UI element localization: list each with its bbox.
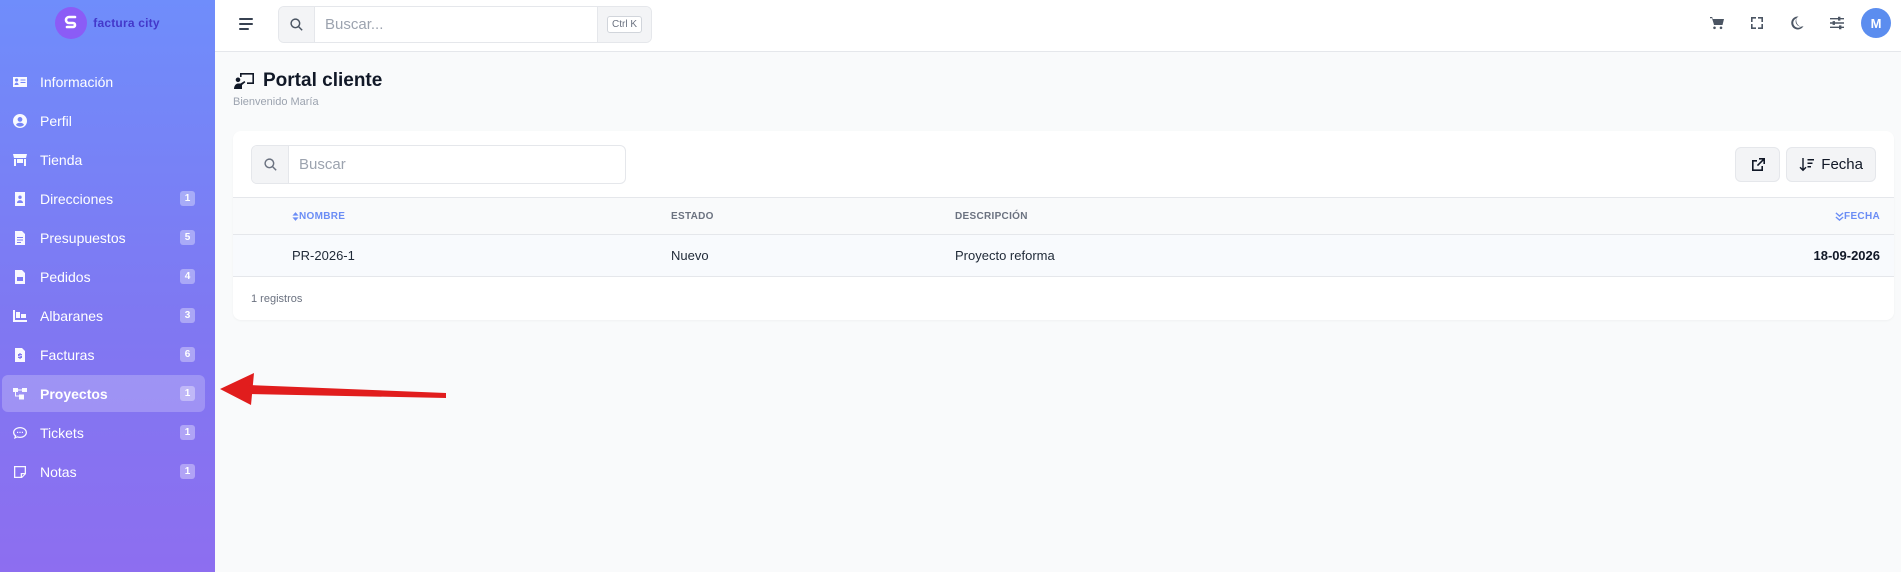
sidebar-item-label: Proyectos [40, 385, 108, 402]
sidebar-item-label: Tienda [40, 151, 83, 168]
count-badge: 1 [180, 425, 195, 440]
sidebar-item-pedidos[interactable]: Pedidos 4 [2, 258, 205, 295]
address-book-icon [12, 191, 28, 207]
project-diagram-icon [12, 386, 28, 402]
file-invoice-icon [12, 269, 28, 285]
global-search: Ctrl K [278, 6, 652, 43]
search-icon [279, 7, 315, 42]
chevrons-down-icon [1835, 211, 1844, 221]
sidebar-item-informacion[interactable]: Información [2, 63, 205, 100]
search-icon [252, 146, 289, 183]
annotation-arrow-icon [220, 373, 446, 405]
sidebar-item-albaranes[interactable]: Albaranes 3 [2, 297, 205, 334]
sort-date-button[interactable]: Fecha [1786, 147, 1876, 182]
sidebar-item-perfil[interactable]: Perfil [2, 102, 205, 139]
id-card-icon [12, 74, 28, 90]
sidebar-item-label: Presupuestos [40, 229, 126, 246]
column-header-nombre[interactable]: NOMBRE [292, 198, 345, 234]
sort-icon [292, 211, 299, 221]
sort-button-label: Fecha [1821, 156, 1863, 173]
page-title-text: Portal cliente [263, 70, 383, 91]
projects-table: NOMBRE ESTADO DESCRIPCIÓN FECHA PR-2026-… [233, 197, 1894, 321]
brand-logo-icon [55, 6, 88, 39]
settings-sliders-icon[interactable] [1817, 3, 1857, 43]
cell-nombre[interactable]: PR-2026-1 [292, 235, 355, 276]
sidebar-item-tienda[interactable]: Tienda [2, 141, 205, 178]
column-header-label: DESCRIPCIÓN [955, 210, 1028, 222]
external-link-icon [1751, 157, 1765, 171]
dark-mode-icon[interactable] [1777, 3, 1817, 43]
sidebar-item-proyectos[interactable]: Proyectos 1 [2, 375, 205, 412]
count-badge: 4 [180, 269, 195, 284]
welcome-text: Bienvenido María [233, 96, 319, 108]
column-header-label: ESTADO [671, 210, 714, 222]
brand[interactable]: factura city [0, 0, 215, 45]
page-title: Portal cliente [233, 70, 382, 92]
shortcut-key: Ctrl K [607, 16, 642, 33]
count-badge: 5 [180, 230, 195, 245]
chalkboard-user-icon [234, 73, 254, 89]
sidebar-item-label: Perfil [40, 112, 72, 129]
table-search-input[interactable] [289, 156, 625, 173]
count-badge: 1 [180, 386, 195, 401]
count-badge: 6 [180, 347, 195, 362]
user-circle-icon [12, 113, 28, 129]
sidebar-item-label: Tickets [40, 424, 84, 441]
menu-toggle-icon[interactable] [239, 14, 259, 34]
sidebar-item-direcciones[interactable]: Direcciones 1 [2, 180, 205, 217]
column-header-label: FECHA [1844, 210, 1880, 222]
comment-dots-icon [12, 425, 28, 441]
sticky-note-icon [12, 464, 28, 480]
table-header: NOMBRE ESTADO DESCRIPCIÓN FECHA [233, 197, 1894, 235]
sidebar: factura city Información Perfil Tienda D… [0, 0, 215, 572]
topbar: Ctrl K M [215, 0, 1901, 52]
sidebar-item-label: Información [40, 73, 114, 90]
file-text-icon [12, 230, 28, 246]
page-header: Portal cliente Bienvenido María [233, 70, 382, 108]
sidebar-item-label: Direcciones [40, 190, 114, 207]
sidebar-item-tickets[interactable]: Tickets 1 [2, 414, 205, 451]
cart-icon[interactable] [1697, 3, 1737, 43]
sidebar-item-label: Pedidos [40, 268, 91, 285]
global-search-input[interactable] [315, 16, 597, 33]
file-dollar-icon [12, 347, 28, 363]
sidebar-item-notas[interactable]: Notas 1 [2, 453, 205, 490]
dolly-icon [12, 308, 28, 324]
cell-fecha: 18-09-2026 [1813, 248, 1881, 263]
store-icon [12, 152, 28, 168]
count-badge: 3 [180, 308, 195, 323]
table-search [251, 145, 626, 184]
sidebar-item-presupuestos[interactable]: Presupuestos 5 [2, 219, 205, 256]
topbar-actions: M [1697, 0, 1901, 46]
export-button[interactable] [1735, 147, 1781, 182]
column-header-label: NOMBRE [299, 210, 346, 222]
shortcut-hint: Ctrl K [597, 7, 651, 42]
cell-descripcion: Proyecto reforma [955, 248, 1055, 263]
count-badge: 1 [180, 464, 195, 479]
brand-name: factura city [93, 15, 160, 30]
column-header-estado[interactable]: ESTADO [671, 198, 714, 234]
projects-card: Fecha NOMBRE ESTADO DESCRIPCIÓN FECHA PR… [233, 131, 1894, 320]
sidebar-nav: Información Perfil Tienda Direcciones 1 … [0, 63, 215, 490]
table-footer: 1 registros [251, 293, 303, 305]
table-row[interactable]: PR-2026-1 Nuevo Proyecto reforma 18-09-2… [233, 235, 1894, 277]
column-header-descripcion[interactable]: DESCRIPCIÓN [955, 198, 1028, 234]
cell-estado: Nuevo [671, 248, 709, 263]
sidebar-item-facturas[interactable]: Facturas 6 [2, 336, 205, 373]
avatar[interactable]: M [1861, 8, 1891, 38]
table-actions: Fecha [1735, 147, 1876, 182]
sort-amount-down-icon [1799, 157, 1815, 171]
sidebar-item-label: Notas [40, 463, 77, 480]
fullscreen-icon[interactable] [1737, 3, 1777, 43]
sidebar-item-label: Facturas [40, 346, 95, 363]
sidebar-item-label: Albaranes [40, 307, 104, 324]
count-badge: 1 [180, 191, 195, 206]
column-header-fecha[interactable]: FECHA [1835, 198, 1880, 234]
